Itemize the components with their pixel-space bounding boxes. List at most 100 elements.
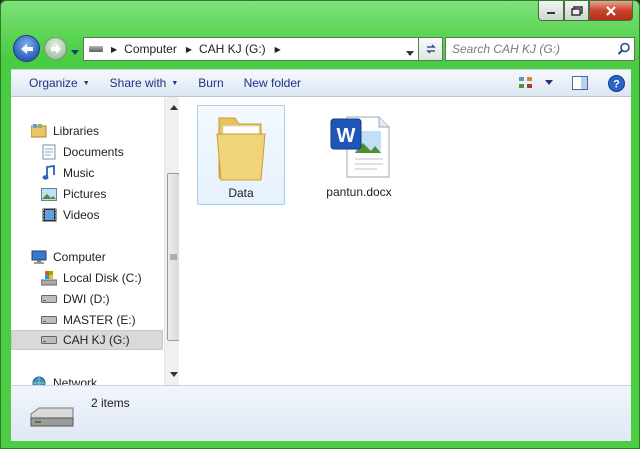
- back-button[interactable]: [13, 35, 40, 62]
- svg-text:?: ?: [613, 78, 620, 90]
- chevron-down-icon: [71, 50, 79, 55]
- chevron-down-icon: [406, 51, 414, 56]
- nav-item-label: MASTER (E:): [63, 313, 136, 327]
- nav-item-label: Local Disk (C:): [63, 271, 142, 285]
- nav-item-label: Videos: [63, 208, 100, 222]
- breadcrumb-label[interactable]: CAH KJ (G:): [199, 42, 266, 56]
- drive-icon: [89, 46, 103, 52]
- organize-button[interactable]: Organize ▼: [19, 70, 100, 96]
- minimize-button[interactable]: [538, 1, 564, 21]
- caption-buttons: [538, 1, 633, 23]
- view-options-button[interactable]: [511, 70, 541, 96]
- navigation-bar: ▶ Computer ▶ CAH KJ (G:) ▶ Search CAH KJ (…: [11, 35, 635, 63]
- back-arrow-icon: [20, 43, 33, 54]
- nav-item-network[interactable]: Network: [31, 373, 97, 385]
- preview-pane-icon: [572, 76, 588, 90]
- network-icon: [31, 375, 47, 385]
- videos-icon: [41, 207, 57, 223]
- nav-item-music[interactable]: Music: [41, 163, 94, 183]
- view-options-icon: [519, 77, 532, 88]
- folder-icon: [216, 117, 266, 181]
- drive-icon: [41, 332, 57, 348]
- burn-button[interactable]: Burn: [188, 70, 233, 96]
- details-pane: 2 items: [11, 385, 631, 441]
- explorer-window: ▶ Computer ▶ CAH KJ (G:) ▶ Search CAH KJ (…: [0, 0, 640, 449]
- new-folder-button[interactable]: New folder: [234, 70, 311, 96]
- refresh-button[interactable]: [419, 37, 443, 61]
- chevron-right-icon[interactable]: ▶: [111, 45, 117, 54]
- maximize-button[interactable]: [564, 1, 589, 21]
- svg-text:W: W: [337, 125, 356, 147]
- close-button[interactable]: [589, 1, 633, 21]
- minimize-icon: [547, 11, 555, 14]
- chevron-down-icon: ▼: [171, 79, 179, 87]
- command-bar: Organize ▼ Share with ▼ Burn New folder: [11, 69, 631, 97]
- scroll-down-icon: [169, 372, 178, 377]
- address-history-dropdown[interactable]: [406, 46, 414, 60]
- share-with-button[interactable]: Share with ▼: [100, 70, 189, 96]
- help-button[interactable]: ?: [601, 70, 631, 96]
- chevron-down-icon: [545, 80, 553, 85]
- search-input[interactable]: Search CAH KJ (G:): [446, 42, 614, 56]
- share-with-label: Share with: [109, 76, 167, 90]
- nav-item-label: Documents: [63, 145, 124, 159]
- nav-pane-scrollbar[interactable]: [164, 97, 179, 385]
- nav-item-dwi-d[interactable]: DWI (D:): [41, 289, 110, 309]
- nav-item-label: Music: [63, 166, 95, 180]
- restore-icon: [570, 5, 583, 16]
- file-list: Data W pantun.docx: [183, 97, 631, 385]
- toolbar-right: ?: [511, 70, 631, 96]
- grip-icon: [170, 254, 177, 260]
- nav-item-computer[interactable]: Computer: [31, 247, 106, 267]
- address-bar[interactable]: ▶ Computer ▶ CAH KJ (G:) ▶: [83, 37, 419, 61]
- pictures-icon: [41, 186, 57, 202]
- file-name: pantun.docx: [326, 185, 392, 199]
- nav-item-label: Network: [53, 376, 98, 385]
- chevron-down-icon: ▼: [82, 79, 90, 87]
- file-name: Data: [228, 186, 254, 200]
- nav-item-pictures[interactable]: Pictures: [41, 184, 106, 204]
- local-disk-icon: [41, 270, 57, 286]
- recent-pages-dropdown[interactable]: [71, 45, 79, 59]
- libraries-icon: [31, 123, 47, 139]
- chevron-right-icon[interactable]: ▶: [275, 45, 281, 54]
- scrollbar-thumb[interactable]: [167, 173, 179, 341]
- drive-icon: [41, 291, 57, 307]
- breadcrumb-sep-0: ▶: [111, 45, 124, 54]
- scroll-down-button[interactable]: [165, 366, 179, 383]
- search-icon[interactable]: [614, 42, 634, 56]
- nav-item-cah-kj-g[interactable]: CAH KJ (G:): [11, 330, 163, 350]
- music-icon: [41, 165, 57, 181]
- breadcrumb-cah-kj[interactable]: CAH KJ (G:) ▶: [199, 42, 288, 56]
- refresh-icon: [425, 44, 436, 54]
- search-box[interactable]: Search CAH KJ (G:): [445, 37, 635, 61]
- breadcrumb-label[interactable]: Computer: [124, 42, 177, 56]
- nav-item-label: Computer: [53, 250, 106, 264]
- item-count: 2 items: [91, 396, 130, 410]
- drive-icon: [41, 312, 57, 328]
- nav-item-label: Pictures: [63, 187, 107, 201]
- nav-item-master-e[interactable]: MASTER (E:): [41, 310, 136, 330]
- computer-icon: [31, 249, 47, 265]
- nav-item-local-disk-c[interactable]: Local Disk (C:): [41, 268, 142, 288]
- word-document-icon: W: [330, 116, 390, 178]
- preview-pane-button[interactable]: [565, 70, 595, 96]
- nav-item-label: DWI (D:): [63, 292, 110, 306]
- scroll-up-button[interactable]: [165, 99, 179, 116]
- nav-item-documents[interactable]: Documents: [41, 142, 124, 162]
- file-item-data-folder[interactable]: Data: [197, 105, 285, 205]
- forward-arrow-icon: [50, 43, 61, 54]
- breadcrumb-computer[interactable]: Computer ▶: [124, 42, 199, 56]
- nav-item-label: Libraries: [53, 124, 100, 138]
- close-icon: [606, 5, 616, 16]
- burn-label: Burn: [198, 76, 224, 90]
- chevron-right-icon[interactable]: ▶: [186, 45, 192, 54]
- content-area: Libraries Documents Music Pictures Video…: [11, 97, 631, 385]
- nav-item-videos[interactable]: Videos: [41, 205, 99, 225]
- navigation-pane: Libraries Documents Music Pictures Video…: [11, 97, 179, 385]
- view-dropdown[interactable]: [541, 70, 557, 96]
- drive-icon: [30, 407, 74, 427]
- forward-button[interactable]: [44, 37, 67, 60]
- file-item-pantun-docx[interactable]: W pantun.docx: [315, 105, 403, 205]
- nav-item-libraries[interactable]: Libraries: [31, 121, 99, 141]
